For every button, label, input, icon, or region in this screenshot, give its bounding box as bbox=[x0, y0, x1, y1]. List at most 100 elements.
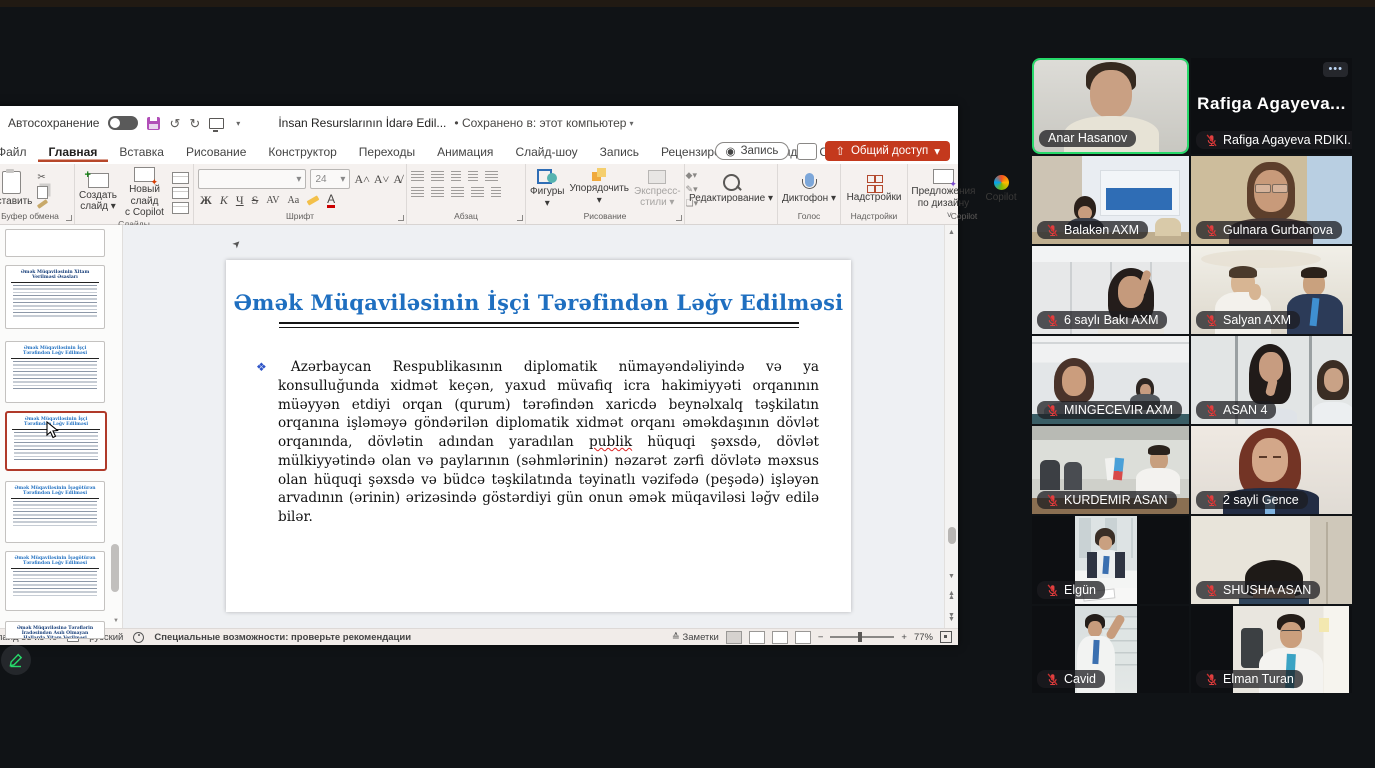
copilot-button[interactable]: Copilot bbox=[985, 175, 1016, 204]
tile-more-options-icon[interactable]: ••• bbox=[1323, 62, 1348, 77]
thumbnail-scroll-down-icon[interactable]: ▼ bbox=[113, 618, 119, 624]
italic-button[interactable]: К bbox=[220, 193, 228, 208]
numbering-icon[interactable] bbox=[431, 171, 444, 181]
justify-icon[interactable] bbox=[471, 187, 484, 197]
section-icon[interactable] bbox=[172, 202, 189, 214]
font-name-select[interactable]: ▾ bbox=[198, 169, 306, 189]
video-tile-2sayli-gence[interactable]: 2 sayli Gence bbox=[1191, 426, 1352, 514]
thumbnail-slide[interactable]: Əmək Müqaviləsinin Xitam Verilməsi Əsasl… bbox=[5, 265, 105, 329]
reading-view-button[interactable] bbox=[772, 631, 788, 644]
tab-insert[interactable]: Вставка bbox=[108, 142, 175, 162]
qat-customize-icon[interactable]: ▾ bbox=[236, 119, 240, 128]
save-icon[interactable] bbox=[147, 117, 160, 130]
slide-layout-icon[interactable] bbox=[172, 172, 189, 184]
grow-font-icon[interactable]: A˄ bbox=[354, 172, 369, 187]
scrollbar-thumb[interactable] bbox=[948, 527, 956, 544]
align-center-icon[interactable] bbox=[431, 187, 444, 197]
tab-slideshow[interactable]: Слайд-шоу bbox=[504, 142, 588, 162]
design-ideas-button[interactable]: ✦ Предложенияпо дизайну bbox=[911, 169, 975, 209]
scroll-down-icon[interactable]: ▼ bbox=[945, 573, 958, 580]
arrange-button[interactable]: Упорядочить ▾ bbox=[569, 172, 629, 206]
underline-button[interactable]: Ч bbox=[236, 193, 244, 208]
video-tile-asan-4[interactable]: ASAN 4 bbox=[1191, 336, 1352, 424]
thumbnail-slide[interactable]: Əmək Müqaviləsinin İşçi Tərəfindən Ləğv … bbox=[5, 341, 105, 403]
video-tile-mingecevir-axm[interactable]: MINGECEVIR AXM bbox=[1032, 336, 1189, 424]
zoom-out-icon[interactable]: − bbox=[818, 632, 824, 643]
video-tile-elman-turan[interactable]: Elman Turan bbox=[1191, 606, 1352, 693]
thumbnail-slide[interactable]: Əmək Müqaviləsinin İşəgötürən Tərəfindən… bbox=[5, 551, 105, 611]
fit-slide-icon[interactable] bbox=[940, 631, 952, 643]
next-slide-icon[interactable]: ▼▼ bbox=[945, 614, 958, 622]
cut-icon[interactable]: ✂ bbox=[37, 172, 45, 183]
start-slideshow-icon[interactable] bbox=[209, 118, 224, 129]
tab-home[interactable]: Главная bbox=[38, 142, 109, 162]
zoom-percentage[interactable]: 77% bbox=[914, 632, 933, 643]
video-tile-cavid[interactable]: Cavid bbox=[1032, 606, 1189, 693]
align-left-icon[interactable] bbox=[411, 187, 424, 197]
line-spacing-icon[interactable] bbox=[485, 171, 498, 181]
autosave-toggle[interactable] bbox=[108, 116, 138, 130]
slideshow-view-button[interactable] bbox=[795, 631, 811, 644]
slide-vertical-scrollbar[interactable]: ▲ ▼ ▲▲ ▼▼ bbox=[944, 225, 958, 628]
char-spacing-icon[interactable]: AV bbox=[266, 195, 279, 206]
tab-record[interactable]: Запись bbox=[589, 142, 650, 162]
undo-icon[interactable]: ↺ bbox=[169, 117, 180, 130]
accessibility-status[interactable]: Специальные возможности: проверьте реком… bbox=[154, 632, 411, 643]
paste-button[interactable]: Вставить bbox=[0, 171, 32, 208]
notes-button[interactable]: ≙ Заметки bbox=[672, 632, 719, 643]
strikethrough-button[interactable]: S bbox=[252, 193, 259, 208]
video-tile-rafiga-agayeva[interactable]: Rafiga Agayeva... ••• Rafiga Agayeva RDI… bbox=[1191, 58, 1352, 154]
tab-animations[interactable]: Анимация bbox=[426, 142, 504, 162]
indent-decrease-icon[interactable] bbox=[451, 171, 461, 181]
highlight-icon[interactable] bbox=[307, 195, 320, 205]
bold-button[interactable]: Ж bbox=[200, 193, 212, 208]
addins-button[interactable]: Надстройки bbox=[847, 175, 902, 204]
redo-icon[interactable]: ↻ bbox=[189, 117, 200, 130]
video-tile-gulnara-gurbanova[interactable]: Gulnara Gurbanova bbox=[1191, 156, 1352, 244]
slide-tools-icon[interactable]: ➤ bbox=[230, 234, 248, 252]
saved-status[interactable]: • Сохранено в: этот компьютер bbox=[454, 116, 626, 130]
clear-format-icon[interactable]: A̸ bbox=[393, 172, 402, 187]
font-size-select[interactable]: 24▾ bbox=[310, 169, 350, 189]
zoom-in-icon[interactable]: + bbox=[901, 632, 907, 643]
video-tile-6sayli-baki-axm[interactable]: 6 saylı Bakı AXM bbox=[1032, 246, 1189, 334]
thumbnail-slide-partial[interactable] bbox=[5, 229, 105, 257]
video-tile-shusha-asan[interactable]: SHUSHA ASAN bbox=[1191, 516, 1352, 604]
slide-sorter-view-button[interactable] bbox=[749, 631, 765, 644]
video-tile-elgun[interactable]: Elgün bbox=[1032, 516, 1189, 604]
previous-slide-icon[interactable]: ▲▲ bbox=[945, 592, 958, 600]
change-case-icon[interactable]: Aa bbox=[288, 195, 300, 206]
thumbnail-slide[interactable]: Əmək Müqaviləsinin İşəgötürən Tərəfindən… bbox=[5, 481, 105, 543]
thumbnail-slide-current[interactable]: Əmək Müqaviləsinin İşçi Tərəfindən Ləğv … bbox=[5, 411, 107, 471]
tab-file[interactable]: Файл bbox=[0, 142, 38, 162]
bullets-icon[interactable] bbox=[411, 171, 424, 181]
dictate-button[interactable]: Диктофон ▾ bbox=[782, 173, 836, 205]
record-button[interactable]: ◉ Запись bbox=[715, 142, 790, 160]
shapes-button[interactable]: Фигуры ▾ bbox=[530, 169, 564, 209]
new-slide-button[interactable]: + Создатьслайд ▾ bbox=[79, 173, 117, 213]
annotation-pencil-button[interactable] bbox=[1, 645, 31, 675]
format-painter-icon[interactable] bbox=[37, 199, 48, 209]
reset-slide-icon[interactable] bbox=[172, 187, 189, 199]
zoom-slider[interactable] bbox=[830, 636, 894, 637]
copilot-slide-button[interactable]: ✦ Новый слайдс Copilot bbox=[122, 167, 167, 219]
video-tile-kurdemir-asan[interactable]: KURDEMIR ASAN bbox=[1032, 426, 1189, 514]
thumbnail-scrollbar[interactable] bbox=[111, 544, 119, 592]
share-button[interactable]: ⇧ Общий доступ ▾ bbox=[825, 141, 950, 161]
editing-button[interactable]: Редактирование ▾ bbox=[689, 174, 773, 205]
quick-styles-button[interactable]: Экспресс-стили ▾ bbox=[634, 170, 681, 209]
thumbnail-slide-partial[interactable]: Əmək Müqaviləsinə Tərəflərin İradəsindən… bbox=[5, 621, 105, 639]
tab-transitions[interactable]: Переходы bbox=[348, 142, 426, 162]
indent-increase-icon[interactable] bbox=[468, 171, 478, 181]
tab-draw[interactable]: Рисование bbox=[175, 142, 257, 162]
scroll-up-icon[interactable]: ▲ bbox=[945, 229, 958, 236]
video-tile-anar-hasanov[interactable]: Anar Hasanov bbox=[1032, 58, 1189, 154]
collapse-ribbon-icon[interactable]: ˅ bbox=[947, 210, 952, 220]
align-right-icon[interactable] bbox=[451, 187, 464, 197]
tab-design[interactable]: Конструктор bbox=[257, 142, 347, 162]
video-tile-salyan-axm[interactable]: Salyan AXM bbox=[1191, 246, 1352, 334]
normal-view-button[interactable] bbox=[726, 631, 742, 644]
columns-icon[interactable] bbox=[491, 187, 501, 197]
shrink-font-icon[interactable]: A˅ bbox=[374, 172, 389, 187]
font-color-icon[interactable]: А bbox=[327, 193, 335, 208]
